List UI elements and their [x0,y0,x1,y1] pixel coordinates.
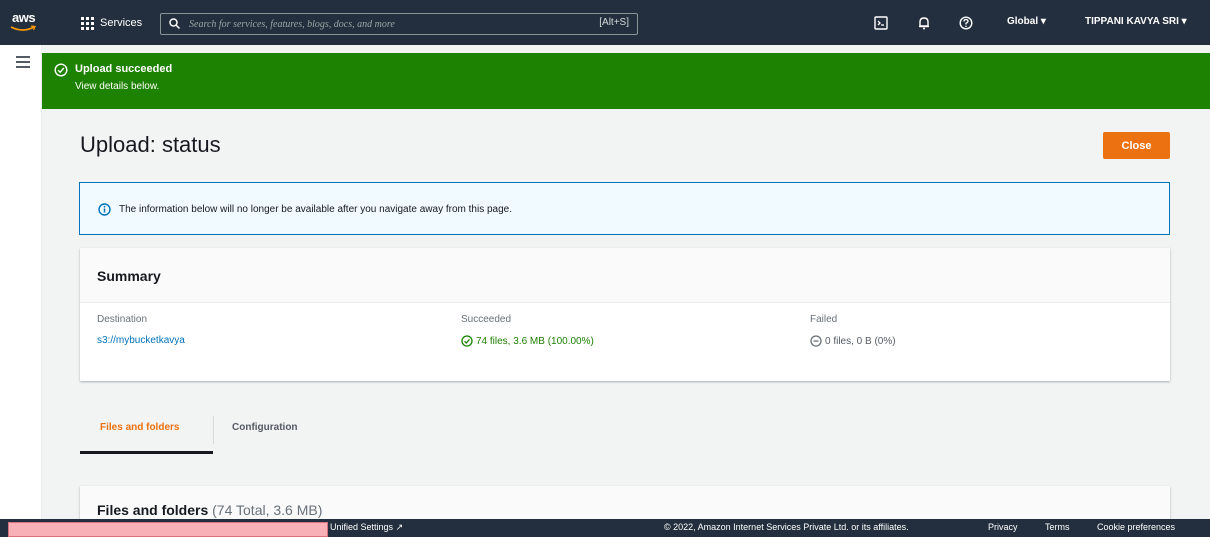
tab-configuration[interactable]: Configuration [232,422,298,433]
footer-bar: Unified Settings ↗ © 2022, Amazon Intern… [0,519,1210,537]
info-alert: The information below will no longer be … [79,182,1170,235]
failed-value: 0 files, 0 B (0%) [825,335,896,347]
aws-smile-icon [10,25,36,31]
aws-logo-text: aws [12,10,36,25]
succeeded-label: Succeeded [461,314,512,325]
top-navigation-bar: aws Services [Alt+S] [0,0,1210,45]
summary-header: Summary [80,248,1170,303]
close-button[interactable]: Close [1103,132,1170,159]
search-box[interactable]: [Alt+S] [160,13,638,35]
cookie-preferences-link[interactable]: Cookie preferences [1097,522,1175,532]
search-icon [169,18,180,29]
tab-files-and-folders[interactable]: Files and folders [100,422,179,433]
search-input[interactable] [189,16,579,32]
bell-icon[interactable] [915,14,933,32]
cloudshell-icon[interactable] [872,14,890,32]
files-count: (74 Total, 3.6 MB) [212,502,323,518]
search-shortcut: [Alt+S] [599,17,629,28]
page-title: Upload: status [80,132,221,157]
region-selector[interactable]: Global ▾ [1007,16,1046,27]
account-menu[interactable]: TIPPANI KAVYA SRI ▾ [1085,16,1187,27]
summary-heading: Summary [97,268,161,284]
active-tab-indicator [80,451,213,454]
unified-settings-link[interactable]: Unified Settings ↗ [330,522,403,533]
copyright-text: © 2022, Amazon Internet Services Private… [664,522,909,532]
success-check-icon [54,63,68,77]
banner-title: Upload succeeded [75,63,173,75]
aws-logo[interactable]: aws [8,9,42,37]
tabs-bar: Files and folders Configuration [80,408,1170,454]
external-link-icon: ↗ [395,522,404,532]
destination-column: Destination s3://mybucketkavya [97,314,185,346]
banner-subtitle: View details below. [75,81,160,92]
files-heading: Files and folders (74 Total, 3.6 MB) [97,502,322,518]
help-icon[interactable] [957,14,975,32]
unified-settings-label: Unified Settings [330,522,394,532]
succeeded-value: 74 files, 3.6 MB (100.00%) [476,335,594,347]
side-rail [0,45,42,519]
info-icon [98,203,111,216]
success-flashbar: Upload succeeded View details below. [42,53,1210,109]
tab-divider [213,416,214,444]
info-message: The information below will no longer be … [119,204,512,215]
services-menu-button[interactable]: Services [81,14,142,32]
hamburger-menu-icon[interactable] [16,56,30,71]
browser-status-overlay [8,522,328,537]
destination-link[interactable]: s3://mybucketkavya [97,335,185,346]
failed-status-icon [810,335,822,347]
terms-link[interactable]: Terms [1045,522,1070,532]
files-heading-label: Files and folders [97,502,209,518]
destination-label: Destination [97,314,148,325]
succeeded-column: Succeeded 74 files, 3.6 MB (100.00%) [461,314,594,347]
services-label: Services [100,17,143,29]
success-status-icon [461,335,473,347]
privacy-link[interactable]: Privacy [988,522,1018,532]
failed-column: Failed 0 files, 0 B (0%) [810,314,896,347]
grid-icon [81,16,94,30]
failed-label: Failed [810,314,838,325]
summary-panel: Summary Destination s3://mybucketkavya S… [80,248,1170,381]
